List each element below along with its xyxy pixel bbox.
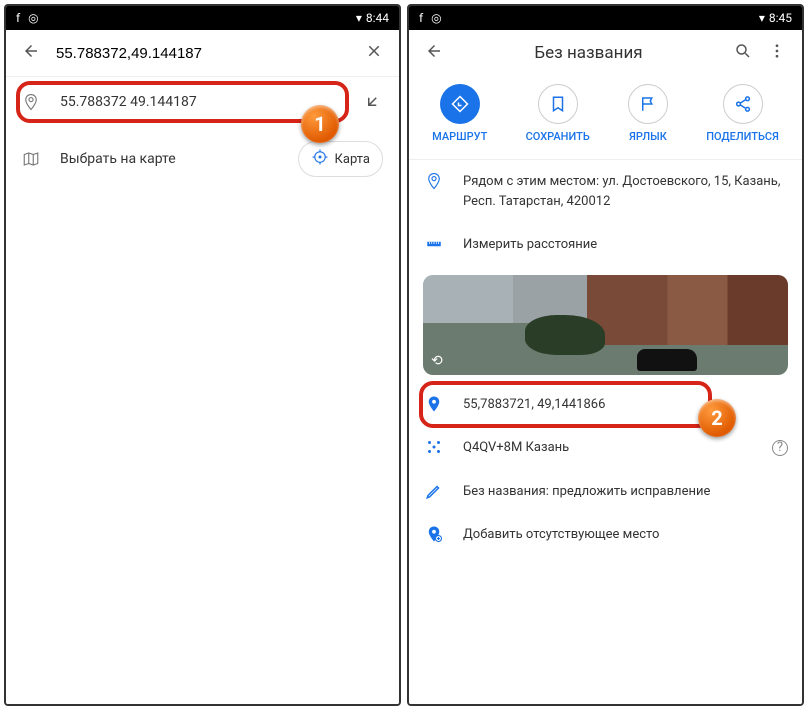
clear-icon[interactable] xyxy=(365,42,383,64)
location-icon xyxy=(311,148,329,170)
bookmark-icon xyxy=(538,84,578,124)
status-icons-right: ▾ 8:45 xyxy=(759,11,792,25)
map-button-label: Карта xyxy=(335,152,370,167)
action-row: МАРШРУТ СОХРАНИТЬ ЯРЛЫК ПОДЕЛИТЬСЯ xyxy=(409,76,802,160)
signal-icon: ▾ xyxy=(356,11,362,25)
annotation-badge-1: 1 xyxy=(301,105,339,143)
action-save[interactable]: СОХРАНИТЬ xyxy=(526,84,590,143)
facebook-icon: f xyxy=(16,11,20,25)
action-label-button[interactable]: ЯРЛЫК xyxy=(628,84,668,143)
car-graphic xyxy=(637,349,697,371)
map-button[interactable]: Карта xyxy=(298,141,383,177)
streetview-thumbnail[interactable]: ⟲ xyxy=(423,275,788,375)
search-bar xyxy=(6,30,399,77)
chrome-icon: ◎ xyxy=(431,11,441,25)
suggest-edit-row[interactable]: Без названия: предложить исправление xyxy=(409,470,802,514)
building-graphic xyxy=(587,275,788,345)
content-right: Без названия МАРШРУТ СОХРАНИТЬ ЯРЛЫК ПОД… xyxy=(409,30,802,704)
help-icon[interactable]: ? xyxy=(772,440,788,456)
measure-row[interactable]: Измерить расстояние xyxy=(409,223,802,267)
clock-text: 8:45 xyxy=(769,11,792,25)
action-label: ЯРЛЫК xyxy=(629,130,667,143)
coordinates-row[interactable]: 55,7883721, 49,1441866 2 xyxy=(409,383,802,427)
action-label: СОХРАНИТЬ xyxy=(526,130,590,143)
page-title: Без названия xyxy=(459,43,718,63)
action-label: МАРШРУТ xyxy=(432,130,487,143)
status-bar: f ◎ ▾ 8:44 xyxy=(6,6,399,30)
action-share[interactable]: ПОДЕЛИТЬСЯ xyxy=(706,84,779,143)
nearby-row[interactable]: Рядом с этим местом: ул. Достоевского, 1… xyxy=(409,160,802,223)
plus-code-icon xyxy=(425,438,443,456)
pin-outline-icon xyxy=(425,172,443,190)
clock-text: 8:44 xyxy=(366,11,389,25)
status-icons-right: ▾ 8:44 xyxy=(356,11,389,25)
add-pin-icon xyxy=(425,525,443,543)
choose-on-map-row[interactable]: Выбрать на карте Карта xyxy=(6,127,399,191)
measure-text: Измерить расстояние xyxy=(463,235,597,255)
flag-icon xyxy=(628,84,668,124)
map-icon xyxy=(22,150,40,168)
bush-graphic xyxy=(525,315,605,355)
insert-icon[interactable] xyxy=(365,91,383,113)
facebook-icon: f xyxy=(419,11,423,25)
search-icon[interactable] xyxy=(734,42,752,64)
back-icon[interactable] xyxy=(22,42,40,64)
ruler-icon xyxy=(425,235,443,253)
header: Без названия xyxy=(409,30,802,76)
content-left: 55.788372 49.144187 1 Выбрать на карте К… xyxy=(6,30,399,704)
action-label: ПОДЕЛИТЬСЯ xyxy=(706,130,779,143)
plus-code-row[interactable]: Q4QV+8M Казань ? xyxy=(409,426,802,470)
suggestion-row[interactable]: 55.788372 49.144187 1 xyxy=(6,77,399,127)
signal-icon: ▾ xyxy=(759,11,765,25)
back-icon[interactable] xyxy=(425,42,443,64)
choose-on-map-text: Выбрать на карте xyxy=(60,151,176,167)
action-route[interactable]: МАРШРУТ xyxy=(432,84,487,143)
status-icons-left: f ◎ xyxy=(419,11,442,25)
nearby-text: Рядом с этим местом: ул. Достоевского, 1… xyxy=(463,172,786,211)
phone-right: f ◎ ▾ 8:45 Без названия МАРШРУТ СОХРАНИТ… xyxy=(407,4,804,706)
pin-filled-icon xyxy=(425,395,443,413)
phone-left: f ◎ ▾ 8:44 55.788372 49.144187 1 Выбрать… xyxy=(4,4,401,706)
suggestion-text: 55.788372 49.144187 xyxy=(60,94,345,110)
plus-code-text: Q4QV+8M Казань xyxy=(463,438,569,458)
pencil-icon xyxy=(425,482,443,500)
more-icon[interactable] xyxy=(768,42,786,64)
search-input[interactable] xyxy=(56,45,349,62)
status-bar: f ◎ ▾ 8:45 xyxy=(409,6,802,30)
add-missing-row[interactable]: Добавить отсутствующее место xyxy=(409,513,802,557)
status-icons-left: f ◎ xyxy=(16,11,39,25)
coordinates-text: 55,7883721, 49,1441866 xyxy=(463,395,605,415)
pin-icon xyxy=(22,93,40,111)
share-icon xyxy=(723,84,763,124)
directions-icon xyxy=(440,84,480,124)
streetview-icon: ⟲ xyxy=(431,353,443,369)
suggest-edit-text: Без названия: предложить исправление xyxy=(463,482,710,502)
add-missing-text: Добавить отсутствующее место xyxy=(463,525,659,545)
chrome-icon: ◎ xyxy=(28,11,38,25)
